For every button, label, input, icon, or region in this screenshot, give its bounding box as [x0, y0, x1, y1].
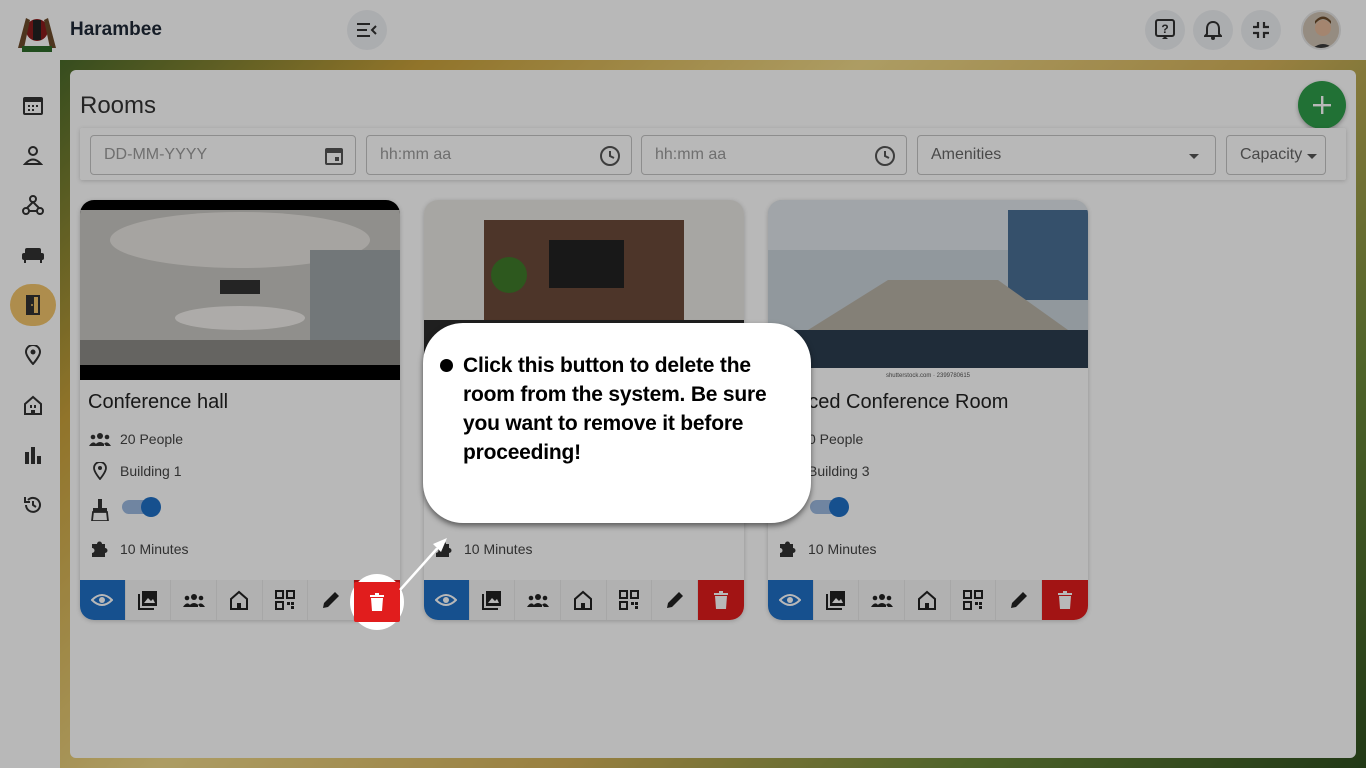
delete-button[interactable] [354, 582, 400, 622]
tour-arrow-icon [399, 538, 447, 591]
bullet-icon [440, 359, 453, 372]
tour-tooltip-text: Click this button to delete the room fro… [463, 354, 767, 464]
tour-tooltip: Click this button to delete the room fro… [423, 323, 811, 523]
trash-icon [370, 593, 384, 611]
